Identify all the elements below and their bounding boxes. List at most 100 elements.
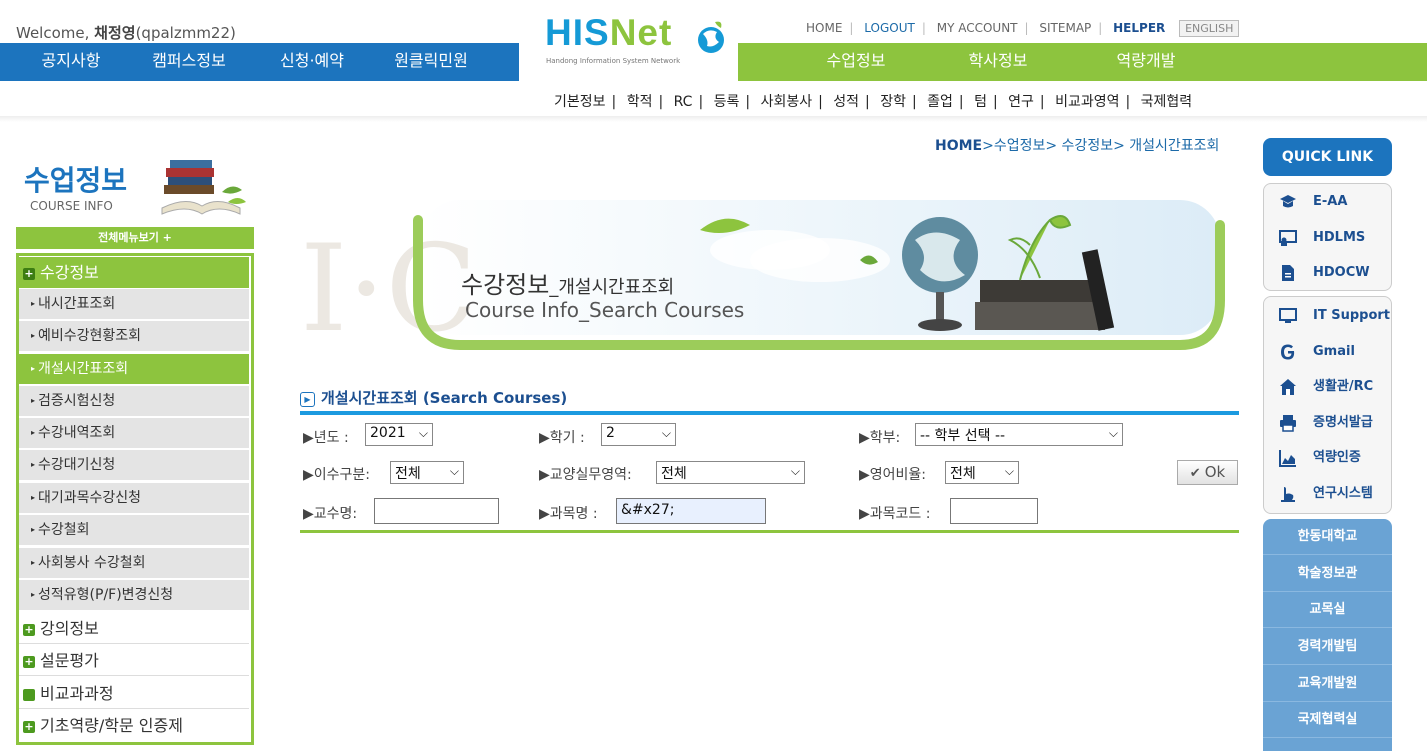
sidebar-group-certification[interactable]: + 기초역량/학문 인증제 xyxy=(19,710,249,741)
form-top-divider xyxy=(300,411,1239,415)
quick-link-hdocw[interactable]: HDOCW xyxy=(1273,258,1383,288)
chart-icon xyxy=(1279,450,1296,467)
sidebar-item-my-timetable[interactable]: ▸ 내시간표조회 xyxy=(19,289,249,320)
monitor-icon xyxy=(1279,308,1297,323)
term-select[interactable]: 2 ⌵ xyxy=(601,423,676,446)
quick-link-header: QUICK LINK xyxy=(1263,138,1392,176)
all-menu-button[interactable]: 전체메뉴보기 + xyxy=(16,227,254,249)
english-ratio-label: ▶영어비율: xyxy=(859,467,927,483)
quick-link-it-support[interactable]: IT Support xyxy=(1273,301,1390,331)
chevron-down-icon: ⌵ xyxy=(661,426,671,440)
helper-link[interactable]: HELPER xyxy=(1113,21,1165,35)
course-name-input[interactable]: &#x27; xyxy=(616,498,766,524)
sidebar-group-course-registration[interactable]: + 수강정보 xyxy=(19,257,249,288)
nav-one-click[interactable]: 원클릭민원 xyxy=(380,43,482,81)
year-select[interactable]: 2021 ⌵ xyxy=(365,423,433,446)
dept-select[interactable]: -- 학부 선택 -- ⌵ xyxy=(915,423,1123,446)
printer-icon xyxy=(1280,415,1296,432)
sidebar-item-waitlist[interactable]: ▸ 수강대기신청 xyxy=(19,450,249,481)
my-account-link[interactable]: MY ACCOUNT xyxy=(937,21,1018,35)
globe-icon xyxy=(698,21,724,53)
univ-link-education-dev[interactable]: 교육개발원 xyxy=(1263,666,1392,702)
univ-link-international[interactable]: 국제협력실 xyxy=(1263,702,1392,738)
sidebar-item-registration-history[interactable]: ▸ 수강내역조회 xyxy=(19,418,249,449)
sidebar-item-search-courses[interactable]: ▸ 개설시간표조회 xyxy=(19,354,249,385)
liberal-area-select[interactable]: 전체 ⌵ xyxy=(656,461,805,484)
sidebar-group-lecture-info[interactable]: + 강의정보 xyxy=(19,613,249,644)
sub-menu-rc[interactable]: RC xyxy=(674,94,693,110)
sub-menu-term[interactable]: 텀 xyxy=(974,94,987,110)
plus-icon: + xyxy=(23,719,35,733)
dept-label: ▶학부: xyxy=(859,430,901,446)
sub-menu-status[interactable]: 학적 xyxy=(627,94,653,110)
plus-icon: + xyxy=(23,654,35,668)
sidebar-item-service-withdraw[interactable]: ▸ 사회봉사 수강철회 xyxy=(19,548,249,579)
sub-menu-international[interactable]: 국제협력 xyxy=(1141,94,1193,110)
sidebar-group-survey[interactable]: + 설문평가 xyxy=(19,645,249,676)
nav-apply-reserve[interactable]: 신청·예약 xyxy=(264,43,360,81)
category-select[interactable]: 전체 ⌵ xyxy=(390,461,464,484)
liberal-area-label: ▶교양실무영역: xyxy=(539,467,632,483)
year-label: ▶년도 : xyxy=(303,430,349,446)
sidebar-item-withdraw[interactable]: ▸ 수강철회 xyxy=(19,515,249,546)
quick-link-research[interactable]: 연구시스템 xyxy=(1273,479,1383,509)
quick-link-hdlms[interactable]: HDLMS xyxy=(1273,223,1383,253)
quick-link-eaa[interactable]: E-AA xyxy=(1273,187,1383,217)
banner-subtitle: Course Info_Search Courses xyxy=(465,298,745,322)
plus-icon: + xyxy=(23,266,35,280)
univ-link-chaplain[interactable]: 교목실 xyxy=(1263,592,1392,628)
document-icon xyxy=(1282,265,1294,281)
chevron-down-icon: ⌵ xyxy=(790,464,800,478)
quick-link-competency[interactable]: 역량인증 xyxy=(1273,443,1383,473)
breadcrumb: HOME>수업정보> 수강정보> 개설시간표조회 xyxy=(935,138,1220,154)
form-bottom-divider xyxy=(300,530,1239,533)
banner-title: 수강정보_개설시간표조회 xyxy=(461,271,675,299)
breadcrumb-home[interactable]: HOME xyxy=(935,138,982,154)
square-icon xyxy=(23,688,35,701)
sub-menu-extracurricular[interactable]: 비교과영역 xyxy=(1055,94,1119,110)
user-id: (qpalzmm22) xyxy=(135,24,236,42)
chevron-down-icon: ⌵ xyxy=(1108,426,1118,440)
sidebar-item-exam-application[interactable]: ▸ 검증시험신청 xyxy=(19,386,249,417)
quick-link-certificate[interactable]: 증명서발급 xyxy=(1273,408,1383,438)
sub-menu-grades[interactable]: 성적 xyxy=(833,94,859,110)
sidebar-item-pf-change[interactable]: ▸ 성적유형(P/F)변경신청 xyxy=(19,580,249,611)
chevron-down-icon: ⌵ xyxy=(1004,464,1014,478)
nav-class-info[interactable]: 수업정보 xyxy=(806,43,906,81)
sub-menu-service[interactable]: 사회봉사 xyxy=(761,94,813,110)
nav-competency[interactable]: 역량개발 xyxy=(1096,43,1196,81)
univ-link-library[interactable]: 학술정보관 xyxy=(1263,556,1392,592)
sub-menu-basic[interactable]: 기본정보 xyxy=(554,94,606,110)
svg-text:I·C: I·C xyxy=(300,220,477,350)
nav-campus-info[interactable]: 캠퍼스정보 xyxy=(138,43,240,81)
sidebar-item-waitlist-register[interactable]: ▸ 대기과목수강신청 xyxy=(19,483,249,514)
english-ratio-select[interactable]: 전체 ⌵ xyxy=(945,461,1019,484)
sidebar-item-pre-registration[interactable]: ▸ 예비수강현황조회 xyxy=(19,321,249,352)
sidebar-title: 수업정보 xyxy=(24,165,128,196)
sub-menu-scholarship[interactable]: 장학 xyxy=(880,94,906,110)
presentation-icon xyxy=(1279,230,1297,246)
hisnet-logo[interactable]: HISNet Handong Information System Networ… xyxy=(519,0,738,76)
ok-button[interactable]: ✔ Ok xyxy=(1177,460,1238,485)
course-name-label: ▶과목명 : xyxy=(539,506,598,522)
play-icon: ▶ xyxy=(300,392,315,407)
utility-links: HOME | LOGOUT | MY ACCOUNT | SITEMAP | HELPE… xyxy=(806,20,1240,37)
google-icon xyxy=(1281,344,1295,360)
course-code-input[interactable] xyxy=(950,498,1038,524)
nav-academic-info[interactable]: 학사정보 xyxy=(948,43,1048,81)
sub-menu-research[interactable]: 연구 xyxy=(1008,94,1034,110)
univ-link-career[interactable]: 경력개발팀 xyxy=(1263,629,1392,665)
sub-menu-graduation[interactable]: 졸업 xyxy=(927,94,953,110)
books-illustration xyxy=(161,160,246,215)
nav-notice[interactable]: 공지사항 xyxy=(22,43,120,81)
home-link[interactable]: HOME xyxy=(806,21,842,35)
quick-link-dormitory[interactable]: 생활관/RC xyxy=(1273,372,1383,402)
univ-link-handong[interactable]: 한동대학교 xyxy=(1263,519,1392,555)
sub-menu-register[interactable]: 등록 xyxy=(714,94,740,110)
english-button[interactable]: ENGLISH xyxy=(1179,20,1240,37)
sitemap-link[interactable]: SITEMAP xyxy=(1039,21,1091,35)
logout-link[interactable]: LOGOUT xyxy=(864,21,915,35)
professor-input[interactable] xyxy=(374,498,499,524)
sidebar-group-extracurricular[interactable]: 비교과과정 xyxy=(19,678,249,709)
quick-link-gmail[interactable]: Gmail xyxy=(1273,337,1383,367)
